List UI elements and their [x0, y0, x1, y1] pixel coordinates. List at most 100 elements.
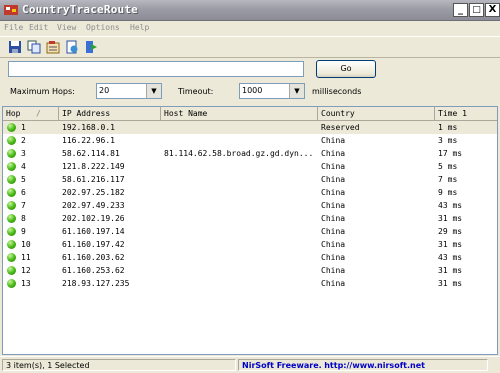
table-row[interactable]: 13 218.93.127.235 China 31 ms	[3, 277, 497, 290]
status-dot-icon	[7, 175, 16, 184]
go-button[interactable]: Go	[316, 60, 376, 78]
chevron-down-icon[interactable]: ▼	[146, 84, 161, 98]
table-row[interactable]: 6 202.97.25.182 China 9 ms	[3, 186, 497, 199]
table-header: Hop / IP Address Host Name Country Time …	[3, 107, 497, 121]
cell-time: 43 ms	[438, 253, 463, 262]
table-row[interactable]: 11 61.160.203.62 China 43 ms	[3, 251, 497, 264]
cell-time: 9 ms	[438, 188, 458, 197]
table-row[interactable]: 9 61.160.197.14 China 29 ms	[3, 225, 497, 238]
title-bar: CountryTraceRoute _ □ X	[0, 0, 500, 21]
table-row[interactable]: 4 121.8.222.149 China 5 ms	[3, 160, 497, 173]
cell-time: 5 ms	[438, 162, 458, 171]
chevron-down-icon[interactable]: ▼	[289, 84, 304, 98]
cell-ip: 121.8.222.149	[62, 162, 125, 171]
menu-file[interactable]: File	[4, 23, 23, 32]
cell-country: China	[321, 136, 346, 145]
table-row[interactable]: 2 116.22.96.1 China 3 ms	[3, 134, 497, 147]
table-row[interactable]: 7 202.97.49.233 China 43 ms	[3, 199, 497, 212]
status-bar: 3 item(s), 1 Selected NirSoft Freeware. …	[0, 356, 500, 373]
table-row[interactable]: 1 192.168.0.1 Reserved 1 ms	[3, 121, 497, 134]
website-link[interactable]: http://www.nirsoft.net	[324, 361, 425, 370]
table-row[interactable]: 10 61.160.197.42 China 31 ms	[3, 238, 497, 251]
table-row[interactable]: 8 202.102.19.26 China 31 ms	[3, 212, 497, 225]
column-ip[interactable]: IP Address	[59, 107, 161, 120]
cell-hop: 13	[21, 279, 31, 288]
cell-time: 31 ms	[438, 214, 463, 223]
cell-country: China	[321, 201, 346, 210]
max-hops-value: 20	[99, 86, 110, 95]
menu-options[interactable]: Options	[86, 23, 120, 32]
save-icon[interactable]	[8, 40, 22, 54]
app-icon	[4, 5, 18, 15]
status-dot-icon	[7, 253, 16, 262]
menu-view[interactable]: View	[57, 23, 76, 32]
menu-edit[interactable]: Edit	[29, 23, 48, 32]
cell-ip: 202.97.25.182	[62, 188, 125, 197]
cell-hop: 8	[21, 214, 26, 223]
cell-ip: 202.97.49.233	[62, 201, 125, 210]
cell-country: China	[321, 227, 346, 236]
cell-time: 31 ms	[438, 279, 463, 288]
column-host[interactable]: Host Name	[161, 107, 318, 120]
table-row[interactable]: 5 58.61.216.117 China 7 ms	[3, 173, 497, 186]
cell-country: China	[321, 266, 346, 275]
menu-help[interactable]: Help	[130, 23, 149, 32]
cell-hop: 9	[21, 227, 26, 236]
cell-country: China	[321, 279, 346, 288]
cell-time: 1 ms	[438, 123, 458, 132]
html-report-icon[interactable]	[65, 40, 79, 54]
brand-text: NirSoft Freeware.	[242, 361, 322, 370]
status-dot-icon	[7, 240, 16, 249]
sort-indicator-icon: /	[36, 109, 41, 118]
maximize-button[interactable]: □	[469, 3, 484, 17]
status-dot-icon	[7, 227, 16, 236]
column-hop[interactable]: Hop /	[3, 107, 59, 120]
cell-ip: 61.160.253.62	[62, 266, 125, 275]
status-dot-icon	[7, 136, 16, 145]
timeout-unit-label: milliseconds	[312, 87, 362, 96]
status-dot-icon	[7, 123, 16, 132]
minimize-button[interactable]: _	[453, 3, 468, 17]
cell-time: 31 ms	[438, 240, 463, 249]
properties-icon[interactable]	[46, 40, 60, 54]
cell-country: China	[321, 162, 346, 171]
cell-country: China	[321, 175, 346, 184]
table-row[interactable]: 12 61.160.253.62 China 31 ms	[3, 264, 497, 277]
cell-hop: 5	[21, 175, 26, 184]
status-dot-icon	[7, 266, 16, 275]
copy-icon[interactable]	[27, 40, 41, 54]
cell-ip: 58.62.114.81	[62, 149, 120, 158]
status-dot-icon	[7, 201, 16, 210]
max-hops-select[interactable]: 20 ▼	[96, 83, 162, 99]
table-row[interactable]: 3 58.62.114.81 81.114.62.58.broad.gz.gd.dy…	[3, 147, 497, 160]
cell-time: 31 ms	[438, 266, 463, 275]
exit-icon[interactable]	[84, 40, 98, 54]
results-table[interactable]: Hop / IP Address Host Name Country Time …	[2, 106, 498, 355]
cell-hop: 4	[21, 162, 26, 171]
address-input[interactable]	[8, 61, 304, 77]
cell-time: 7 ms	[438, 175, 458, 184]
status-item-count: 3 item(s), 1 Selected	[2, 359, 236, 371]
close-button[interactable]: X	[485, 3, 500, 17]
window-title: CountryTraceRoute	[22, 3, 138, 16]
cell-country: China	[321, 149, 346, 158]
cell-ip: 61.160.203.62	[62, 253, 125, 262]
status-credit[interactable]: NirSoft Freeware. http://www.nirsoft.net	[238, 359, 488, 371]
cell-ip: 61.160.197.42	[62, 240, 125, 249]
cell-hop: 3	[21, 149, 26, 158]
cell-ip: 202.102.19.26	[62, 214, 125, 223]
menu-bar: File Edit View Options Help	[0, 21, 500, 35]
cell-ip: 192.168.0.1	[62, 123, 115, 132]
cell-country: Reserved	[321, 123, 360, 132]
column-country[interactable]: Country	[318, 107, 435, 120]
cell-ip: 58.61.216.117	[62, 175, 125, 184]
cell-hop: 10	[21, 240, 31, 249]
timeout-label: Timeout:	[178, 87, 214, 96]
cell-country: China	[321, 240, 346, 249]
column-time[interactable]: Time 1	[435, 107, 497, 120]
timeout-select[interactable]: 1000 ▼	[239, 83, 305, 99]
cell-hop: 2	[21, 136, 26, 145]
cell-hop: 7	[21, 201, 26, 210]
status-dot-icon	[7, 279, 16, 288]
status-dot-icon	[7, 162, 16, 171]
